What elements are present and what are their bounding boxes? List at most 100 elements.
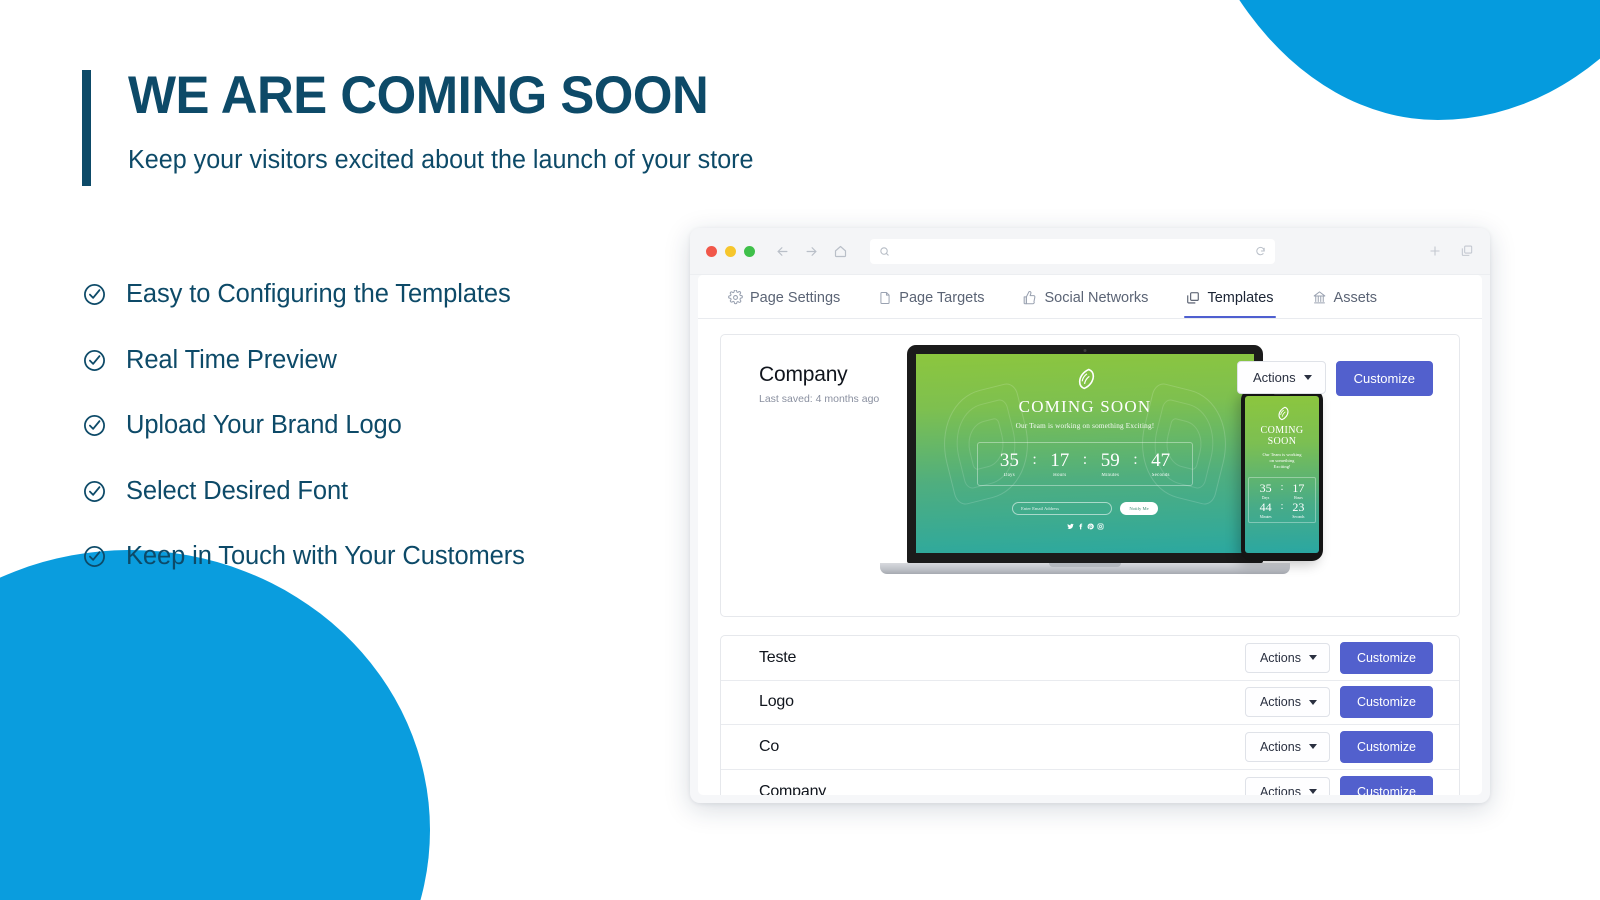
phone-preview-tagline-line3: Exciting! <box>1273 463 1291 469</box>
actions-button-label: Actions <box>1259 695 1301 710</box>
table-row[interactable]: Teste Actions Customize <box>721 636 1459 681</box>
countdown-separator: : <box>1082 451 1088 468</box>
page-root: WE ARE COMING SOON Keep your visitors ex… <box>0 0 1600 900</box>
phone-countdown-timer: 35 Days : 17 Hours 44 Minutes: 23 Secon… <box>1247 477 1317 524</box>
reload-icon[interactable] <box>1255 246 1266 257</box>
layers-icon <box>1186 291 1200 305</box>
actions-button-label: Actions <box>1252 370 1296 385</box>
pinterest-icon[interactable] <box>1087 523 1094 530</box>
countdown-timer: 35 Days : 17 Hours: 59 Minutes: 47 Sec… <box>977 442 1193 486</box>
preview-tagline: Our Team is working on something Excitin… <box>1015 422 1155 430</box>
maximize-window-dot[interactable] <box>744 245 755 257</box>
countdown-unit: 17 Hours <box>1045 451 1075 478</box>
check-circle-icon <box>82 348 126 373</box>
document-icon <box>878 291 892 305</box>
facebook-icon[interactable] <box>1077 523 1084 530</box>
table-row[interactable]: Logo Actions Customize <box>721 681 1459 725</box>
phone-preview-screen: COMING SOON Our Team is working on somet… <box>1245 396 1319 553</box>
feature-label: Select Desired Font <box>126 476 349 505</box>
countdown-unit: 17 Hours <box>1285 482 1311 500</box>
gear-icon <box>728 290 743 305</box>
notify-me-button[interactable]: Notify Me <box>1120 502 1158 515</box>
chevron-down-icon <box>1308 789 1317 795</box>
countdown-value: 35 <box>999 450 1019 471</box>
customize-button[interactable]: Customize <box>1339 775 1433 795</box>
chevron-down-icon <box>1303 375 1312 380</box>
email-input[interactable]: Enter Email Address <box>1012 502 1112 515</box>
tab-page-targets[interactable]: Page Targets <box>878 275 984 318</box>
actions-button-label: Actions <box>1259 784 1301 795</box>
feature-list: Easy to Configuring the Templates Real T… <box>82 262 525 590</box>
tab-page-settings[interactable]: Page Settings <box>728 275 840 318</box>
actions-button[interactable]: Actions <box>1244 687 1330 718</box>
window-controls[interactable] <box>706 245 755 257</box>
phone-preview-title-line2: SOON <box>1267 435 1297 447</box>
laptop-mockup: COMING SOON Our Team is working on somet… <box>880 345 1290 574</box>
browser-nav-buttons <box>775 244 848 259</box>
minimize-window-dot[interactable] <box>725 245 736 257</box>
countdown-separator: : <box>1133 451 1138 468</box>
countdown-label: Hours <box>1053 473 1067 478</box>
customize-button[interactable]: Customize <box>1339 730 1433 763</box>
plus-icon[interactable] <box>1428 244 1442 258</box>
browser-window-mockup: Page Settings Page Targets Social Networ… <box>690 228 1490 803</box>
check-circle-icon <box>82 413 126 438</box>
countdown-unit: 47 Seconds <box>1146 451 1176 478</box>
tab-templates[interactable]: Templates <box>1184 275 1276 318</box>
tab-label: Social Networks <box>1044 289 1149 306</box>
back-arrow-icon[interactable] <box>775 244 790 259</box>
countdown-value: 59 <box>1100 450 1120 471</box>
app-viewport: Page Settings Page Targets Social Networ… <box>698 275 1482 795</box>
list-item: Keep in Touch with Your Customers <box>82 524 525 590</box>
template-name: Co <box>759 737 780 755</box>
featured-template-info: Company Last saved: 4 months ago <box>721 335 931 405</box>
countdown-value: 47 <box>1151 450 1171 471</box>
actions-button[interactable]: Actions <box>1244 642 1330 673</box>
countdown-value: 17 <box>1050 450 1070 471</box>
countdown-label: Minutes <box>1259 515 1272 520</box>
list-item: Easy to Configuring the Templates <box>82 262 525 328</box>
forward-arrow-icon[interactable] <box>804 244 819 259</box>
countdown-value: 17 <box>1292 481 1305 496</box>
hero-heading-block: WE ARE COMING SOON Keep your visitors ex… <box>82 68 763 186</box>
brand-logo-icon <box>1072 366 1098 392</box>
table-row[interactable]: Company Actions Customize <box>721 770 1459 795</box>
actions-button[interactable]: Actions <box>1244 776 1330 795</box>
template-name: Teste <box>759 648 797 666</box>
page-subtitle: Keep your visitors excited about the lau… <box>128 145 754 174</box>
countdown-value: 44 <box>1259 500 1272 515</box>
check-circle-icon <box>82 544 126 569</box>
address-bar[interactable] <box>870 238 1275 264</box>
tab-assets[interactable]: Assets <box>1312 275 1377 318</box>
row-actions: Actions Customize <box>1244 641 1433 674</box>
laptop-camera-icon <box>1083 349 1087 352</box>
copy-tabs-icon[interactable] <box>1460 244 1474 258</box>
left-content-column: WE ARE COMING SOON Keep your visitors ex… <box>0 0 754 900</box>
countdown-unit: 35 Days <box>1253 482 1279 500</box>
countdown-unit: 59 Minutes <box>1095 451 1125 478</box>
countdown-unit: 23 Seconds <box>1285 501 1311 519</box>
tab-label: Page Settings <box>750 289 841 306</box>
customize-button[interactable]: Customize <box>1339 641 1433 674</box>
countdown-separator: : <box>1032 451 1037 468</box>
countdown-separator: : <box>1280 501 1284 513</box>
home-icon[interactable] <box>833 244 848 259</box>
list-item: Real Time Preview <box>82 328 525 394</box>
row-actions: Actions Customize <box>1244 775 1433 795</box>
actions-button[interactable]: Actions <box>1244 731 1330 762</box>
close-window-dot[interactable] <box>706 245 717 257</box>
instagram-icon[interactable] <box>1097 523 1104 530</box>
laptop-base <box>880 563 1290 574</box>
countdown-unit: 44 Minutes <box>1253 501 1279 519</box>
table-row[interactable]: Co Actions Customize <box>721 725 1459 770</box>
countdown-label: Seconds <box>1292 515 1305 520</box>
customize-button[interactable]: Customize <box>1335 361 1433 396</box>
feature-label: Real Time Preview <box>126 345 337 374</box>
twitter-icon[interactable] <box>1066 523 1074 530</box>
tab-social-networks[interactable]: Social Networks <box>1022 275 1148 318</box>
countdown-value: 35 <box>1259 481 1272 496</box>
countdown-unit: 35 Days <box>994 451 1024 478</box>
actions-button-label: Actions <box>1259 739 1301 754</box>
customize-button[interactable]: Customize <box>1339 686 1433 719</box>
templates-list: Teste Actions Customize Logo Actions Cus… <box>720 635 1460 795</box>
